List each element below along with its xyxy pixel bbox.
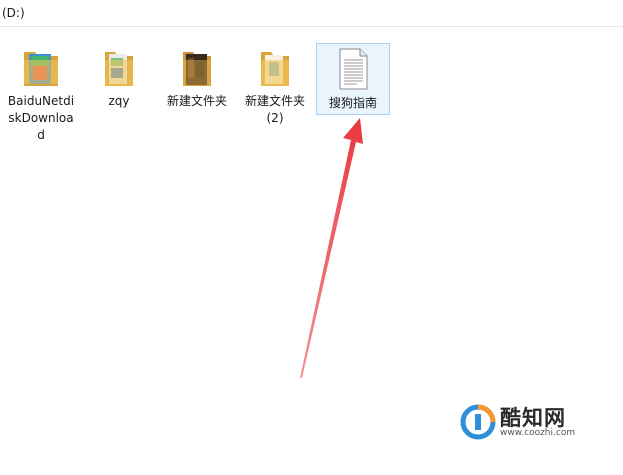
watermark-url: www.coozhi.com (500, 428, 576, 438)
watermark: 酷知网 www.coozhi.com (460, 402, 620, 442)
coozhi-logo-icon (460, 404, 496, 440)
